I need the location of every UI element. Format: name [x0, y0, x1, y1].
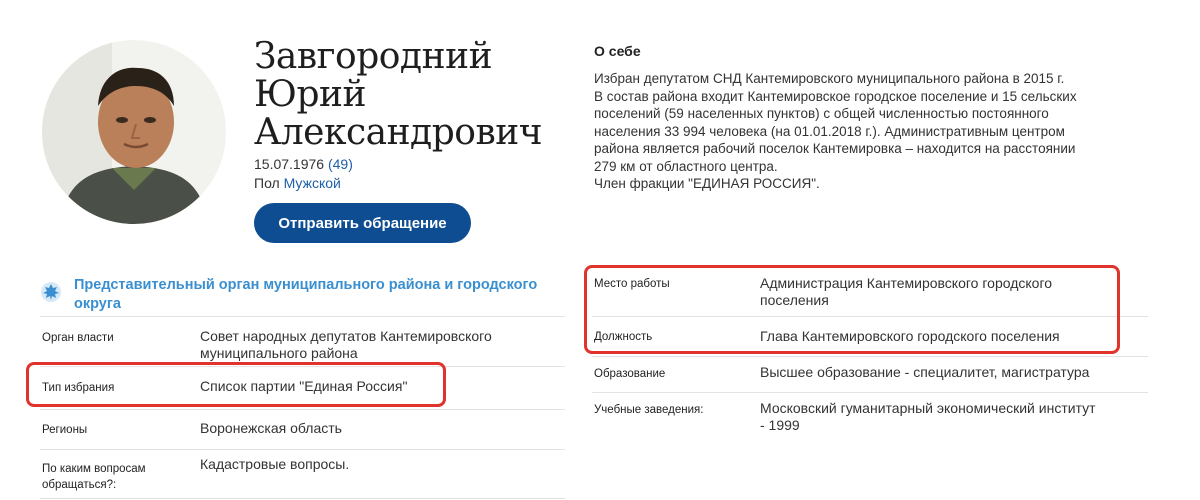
- about-line: Избран депутатом СНД Кантемировского мун…: [594, 71, 1065, 86]
- avatar-photo: [42, 40, 226, 224]
- birth-date-row: 15.07.1976 (49): [254, 155, 353, 174]
- about-line: 279 км от областного центра.: [594, 158, 778, 174]
- about-line: поселений (59 населенных пунктов) с обще…: [594, 106, 1049, 121]
- row-value: Московский гуманитарный экономический ин…: [760, 400, 1096, 434]
- table-row: Регионы Воронежская область: [40, 409, 565, 449]
- row-value: Совет народных депутатов Кантемировского…: [200, 328, 492, 362]
- row-label: Учебные заведения:: [594, 404, 704, 416]
- row-label: Образование: [594, 368, 666, 380]
- row-label-line: По каким вопросам: [42, 463, 146, 475]
- send-appeal-button[interactable]: Отправить обращение: [254, 203, 471, 243]
- left-info-table: Орган власти Совет народных депутатов Ка…: [40, 316, 565, 500]
- about-line: В состав района входит Кантемировское го…: [594, 88, 1077, 104]
- organ-title-line: Представительный орган муниципального ра…: [74, 277, 538, 293]
- row-label: По каким вопросам обращаться?:: [42, 461, 146, 493]
- highlight-election-type: [26, 362, 446, 407]
- about-line: населения 33 994 человека (на 01.01.2018…: [594, 123, 1065, 139]
- row-value: Высшее образование - специалитет, магист…: [760, 364, 1090, 380]
- gender-value[interactable]: Мужской: [284, 175, 341, 191]
- table-row: Орган власти Совет народных депутатов Ка…: [40, 316, 565, 366]
- birth-date: 15.07.1976: [254, 156, 325, 172]
- row-value: Воронежская область: [200, 420, 342, 436]
- name-surname: Завгородний: [254, 36, 493, 77]
- row-value: Кадастровые вопросы.: [200, 456, 350, 472]
- age-value: (49): [327, 156, 353, 172]
- table-row: Учебные заведения: Московский гуманитарн…: [592, 392, 1148, 446]
- about-text: Избран депутатом СНД Кантемировского мун…: [594, 70, 1154, 193]
- highlight-work-position: [584, 265, 1120, 354]
- person-name: Завгородний Юрий Александрович: [254, 36, 543, 153]
- organ-title[interactable]: Представительный орган муниципального ра…: [74, 276, 564, 314]
- gender-row: Пол Мужской: [254, 174, 353, 193]
- about-line: Член фракции "ЕДИНАЯ РОССИЯ".: [594, 176, 820, 191]
- table-row: По каким вопросам обращаться?: Кадастров…: [40, 449, 565, 499]
- row-value-line: - 1999: [760, 417, 800, 433]
- avatar: [42, 40, 226, 224]
- row-label: Регионы: [42, 424, 88, 436]
- row-value-line: Совет народных депутатов Кантемировского: [200, 328, 492, 344]
- organ-title-line: округа: [74, 296, 121, 312]
- name-first: Юрий: [254, 74, 367, 115]
- about-line: района является рабочий поселок Кантемир…: [594, 141, 1076, 156]
- government-emblem-icon: [40, 281, 62, 303]
- gender-label: Пол: [254, 175, 280, 191]
- name-patronymic: Александрович: [254, 112, 543, 153]
- about-heading: О себе: [594, 43, 641, 59]
- row-label: Орган власти: [42, 332, 114, 344]
- profile-meta: 15.07.1976 (49) Пол Мужской: [254, 155, 353, 193]
- row-value-line: муниципального района: [200, 345, 358, 361]
- row-label-line: обращаться?:: [42, 479, 117, 491]
- row-value-line: Московский гуманитарный экономический ин…: [760, 400, 1096, 416]
- table-row: Образование Высшее образование - специал…: [592, 356, 1148, 392]
